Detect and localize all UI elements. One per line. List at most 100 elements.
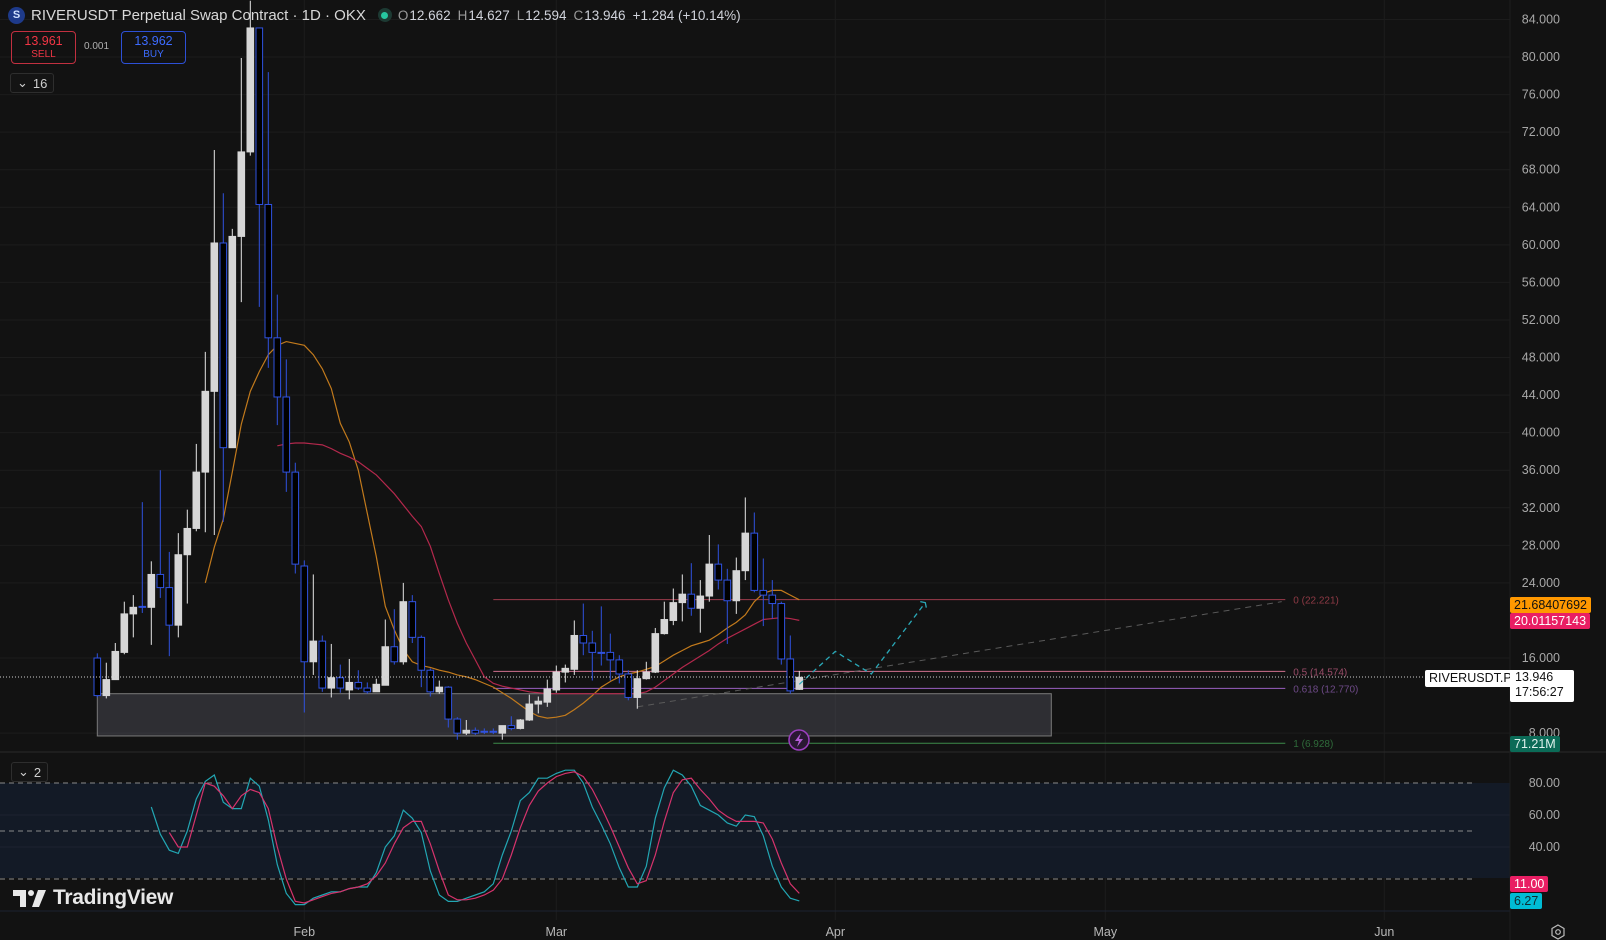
candle-body: [795, 676, 804, 690]
ma-fast-tag: 21.68407692: [1510, 597, 1591, 613]
close-value: 13.946: [584, 7, 626, 23]
candle-down: [156, 470, 165, 598]
close-label: C: [573, 7, 584, 23]
candle-up: [399, 582, 408, 665]
candle-body: [165, 587, 174, 626]
candle-up: [669, 588, 678, 626]
candle-up: [174, 533, 183, 638]
candle-down: [291, 462, 300, 574]
candle-up: [561, 664, 570, 683]
candle-body: [498, 725, 507, 734]
tradingview-logo[interactable]: TradingView: [13, 886, 173, 910]
alert-lightning-icon[interactable]: [788, 729, 810, 751]
candle-down: [579, 603, 588, 656]
oscillator-axis[interactable]: 80.00 60.00 40.00: [1529, 776, 1560, 854]
candle-body: [111, 650, 120, 681]
candle-body: [507, 725, 516, 729]
candle-body: [408, 601, 417, 638]
candle-up: [201, 351, 210, 533]
candle-down: [426, 668, 435, 697]
fib-level-label: 0 (22.221): [1293, 596, 1339, 607]
price-axis[interactable]: 84.000 80.000 76.000 72.000 68.000 64.000 60.0…: [1522, 13, 1560, 741]
candle-body: [489, 730, 498, 733]
candle-body: [291, 471, 300, 565]
candle-body: [390, 646, 399, 663]
candle-body: [120, 613, 129, 653]
zone-rectangle[interactable]: [96, 693, 1052, 737]
candle-down: [786, 635, 795, 694]
candle-down: [750, 512, 759, 593]
candle-body: [426, 669, 435, 693]
candle-body: [750, 532, 759, 591]
trendline-segment[interactable]: [637, 601, 1282, 708]
candle-body: [147, 573, 156, 608]
candle-body: [453, 718, 462, 734]
price-tick-label: 80.000: [1522, 50, 1560, 64]
oscillator-collapse-button[interactable]: ⌄ 2: [11, 762, 49, 782]
tradingview-wordmark: TradingView: [53, 886, 174, 909]
candle-body: [282, 396, 291, 473]
candle-up: [192, 443, 201, 532]
candle-body: [192, 471, 201, 529]
candle-body: [543, 688, 552, 703]
price-tick-label: 84.000: [1522, 13, 1560, 27]
price-tick-label: 44.000: [1522, 388, 1560, 402]
indicators-collapse-button[interactable]: ⌄ 16: [10, 73, 55, 93]
candle-body: [435, 686, 444, 693]
candle-down: [282, 359, 291, 492]
projection-polyline[interactable]: [798, 602, 926, 685]
candle-body: [579, 634, 588, 644]
last-price-tag: 13.946 17:56:27: [1510, 670, 1574, 702]
candle-down: [273, 294, 282, 426]
settings-icon[interactable]: [1550, 924, 1566, 940]
indicator-value-tag: 71.21M: [1510, 736, 1560, 752]
oscillator-count: 2: [33, 764, 42, 780]
candle-up: [570, 620, 579, 675]
candle-down: [93, 653, 102, 698]
candle-body: [777, 603, 786, 660]
candle-body: [561, 667, 570, 673]
candle-up: [732, 557, 741, 614]
candle-body: [633, 678, 642, 698]
candle-body: [651, 633, 660, 673]
candle-up: [183, 509, 192, 604]
candle-up: [696, 580, 705, 633]
buy-label: BUY: [143, 48, 164, 60]
candle-body: [399, 601, 408, 663]
time-tick-label: Apr: [826, 925, 845, 939]
price-tick-label: 24.000: [1522, 576, 1560, 590]
candle-body: [471, 729, 480, 734]
candle-down: [606, 633, 615, 681]
candle-body: [174, 554, 183, 626]
candle-body: [642, 671, 651, 680]
price-tick-label: 28.000: [1522, 538, 1560, 552]
price-tick-label: 56.000: [1522, 275, 1560, 289]
zone-box[interactable]: [96, 693, 1052, 737]
candle-body: [300, 565, 309, 663]
price-tick-label: 48.000: [1522, 351, 1560, 365]
candle-body: [705, 563, 714, 597]
candle-up: [795, 670, 804, 691]
sell-label: SELL: [31, 48, 56, 60]
projection-arrowhead: [920, 600, 927, 608]
candle-down: [363, 682, 372, 694]
candles: [93, 0, 804, 740]
symbol-title[interactable]: RIVERUSDT Perpetual Swap Contract · 1D ·…: [31, 7, 366, 24]
market-status-icon[interactable]: [377, 8, 392, 22]
candle-body: [336, 677, 345, 689]
candle-up: [327, 643, 336, 698]
time-axis[interactable]: Feb Mar Apr May Jun: [294, 925, 1395, 939]
candle-body: [381, 646, 390, 686]
trendline[interactable]: [637, 601, 1282, 708]
sell-button[interactable]: 13.961 SELL: [11, 31, 76, 64]
low-value: 12.594: [525, 7, 567, 23]
buy-button[interactable]: 13.962 BUY: [121, 31, 186, 64]
candle-body: [129, 606, 138, 615]
fib-level-label: 0.618 (12.770): [1293, 684, 1358, 695]
time-tick-label: Feb: [294, 925, 316, 939]
chart-canvas[interactable]: 0 (22.221)0.5 (14.574)0.618 (12.770)1 (6…: [0, 0, 1606, 940]
time-tick-label: May: [1093, 925, 1117, 939]
candle-down: [723, 568, 732, 644]
candle-body: [615, 659, 624, 675]
price-tick-label: 36.000: [1522, 463, 1560, 477]
